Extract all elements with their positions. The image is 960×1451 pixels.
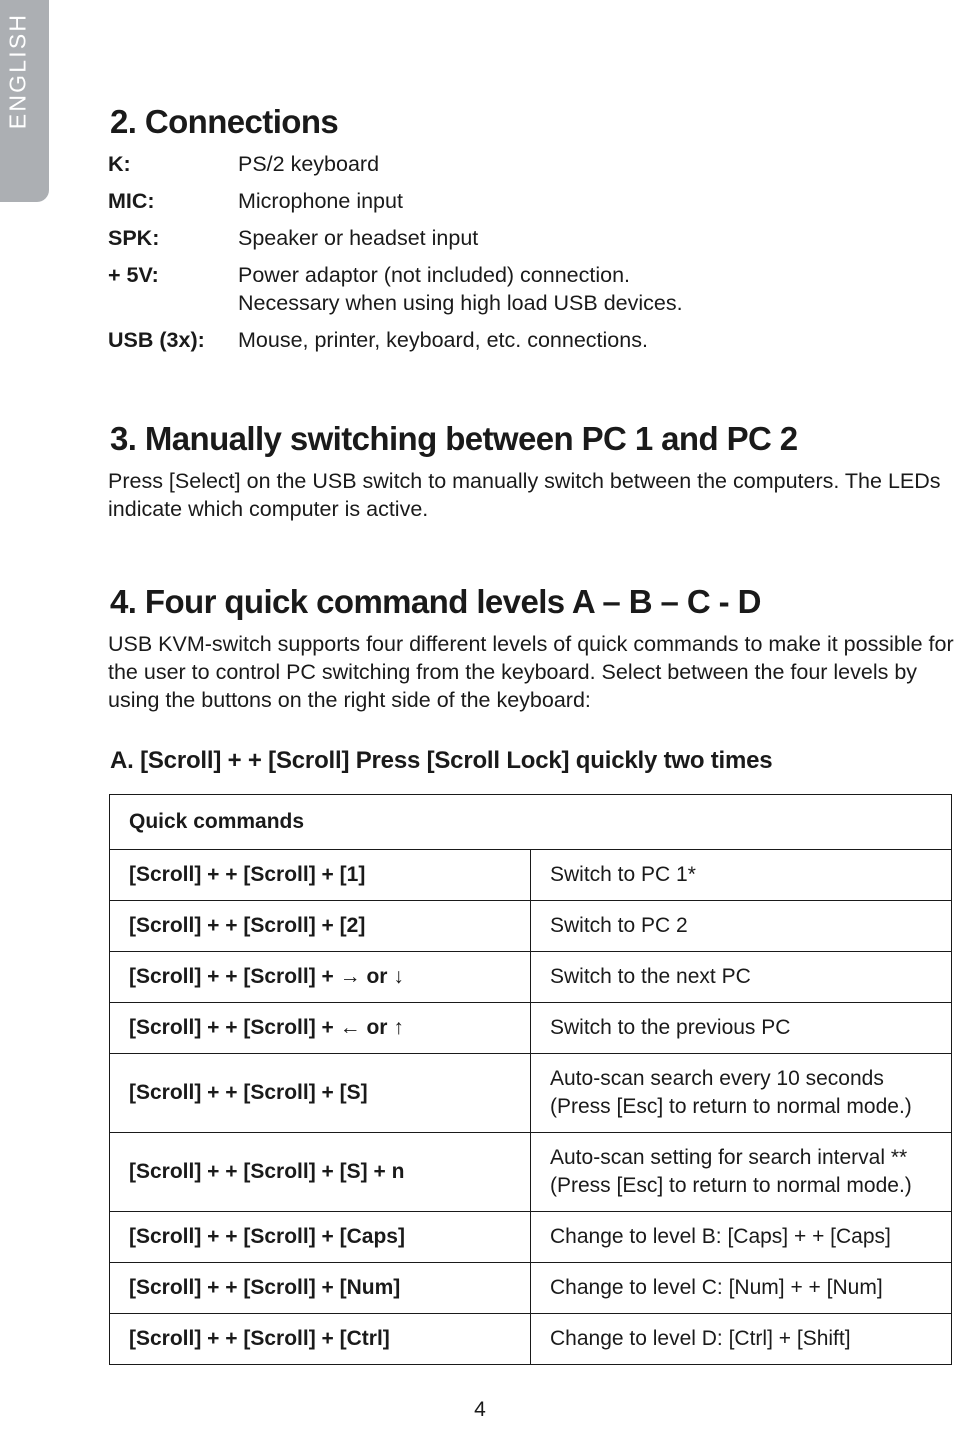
page-number: 4: [474, 1398, 486, 1421]
description-line: Switch to the previous PC: [550, 1016, 791, 1039]
description-cell: Change to level D: [Ctrl] + [Shift]: [530, 1313, 952, 1365]
language-tab: ENGLISH: [0, 0, 49, 202]
table-row: [Scroll] + + [Scroll] + [Caps] Change to…: [109, 1211, 952, 1263]
table-row: [Scroll] + + [Scroll] + [Num] Change to …: [109, 1262, 952, 1314]
connection-term: + 5V:: [108, 263, 159, 287]
table-row: [Scroll] + + [Scroll] + [1] Switch to PC…: [109, 849, 952, 901]
description-cell: Auto-scan search every 10 seconds (Press…: [530, 1053, 952, 1133]
command-cell: [Scroll] + + [Scroll] + [S] + n: [109, 1132, 531, 1212]
description-line: Auto-scan setting for search interval **: [550, 1146, 908, 1169]
connection-term: SPK:: [108, 226, 160, 250]
table-row: [Scroll] + + [Scroll] + ← or ↑ Switch to…: [109, 1002, 952, 1054]
connection-item: + 5V: Power adaptor (not included) conne…: [108, 261, 954, 317]
manual-switching-heading: 3. Manually switching between PC 1 and P…: [110, 420, 798, 457]
connection-definition-line: Speaker or headset input: [238, 226, 479, 250]
connection-definition: PS/2 keyboard: [238, 150, 954, 178]
description-cell: Switch to PC 2: [530, 900, 952, 952]
connection-definition: Microphone input: [238, 187, 954, 215]
command-cell: [Scroll] + + [Scroll] + [S]: [109, 1053, 531, 1133]
connection-definition-line: Mouse, printer, keyboard, etc. connectio…: [238, 328, 648, 352]
description-line: Auto-scan search every 10 seconds: [550, 1067, 884, 1090]
connection-definition-line: Necessary when using high load USB devic…: [238, 291, 683, 315]
command-cell: [Scroll] + + [Scroll] + ← or ↑: [109, 1002, 531, 1054]
connection-item: K: PS/2 keyboard: [108, 150, 954, 178]
quick-levels-body: USB KVM-switch supports four different l…: [108, 632, 954, 712]
quick-levels-heading: 4. Four quick command levels A – B – C -…: [110, 583, 761, 620]
description-cell: Switch to PC 1*: [530, 849, 952, 901]
manual-switching-body: Press [Select] on the USB switch to manu…: [108, 469, 941, 521]
command-cell: [Scroll] + + [Scroll] + [1]: [109, 849, 531, 901]
description-line: Switch to the next PC: [550, 965, 751, 988]
command-cell: [Scroll] + + [Scroll] + [Ctrl]: [109, 1313, 531, 1365]
description-cell: Switch to the next PC: [530, 951, 952, 1003]
connection-definition-line: Microphone input: [238, 189, 403, 213]
description-line: (Press [Esc] to return to normal mode.): [550, 1095, 912, 1118]
connection-definition: Power adaptor (not included) connection.…: [238, 261, 954, 317]
connection-term: USB (3x):: [108, 328, 205, 352]
connection-term: MIC:: [108, 189, 155, 213]
description-line: Change to level C: [Num] + + [Num]: [550, 1276, 883, 1299]
description-line: Switch to PC 1*: [550, 863, 696, 886]
language-tab-label: ENGLISH: [4, 12, 30, 130]
connection-definition-line: PS/2 keyboard: [238, 152, 380, 176]
quick-commands-table: Quick commands [Scroll] + + [Scroll] + […: [109, 794, 952, 1365]
connection-term: K:: [108, 152, 131, 176]
command-cell: [Scroll] + + [Scroll] + [2]: [109, 900, 531, 952]
level-a-description: A. [Scroll] + + [Scroll] Press [Scroll L…: [110, 747, 773, 774]
connection-item: SPK: Speaker or headset input: [108, 224, 954, 252]
table-header-row: Quick commands: [109, 794, 952, 850]
command-cell: [Scroll] + + [Scroll] + → or ↓: [109, 951, 531, 1003]
description-line: Change to level D: [Ctrl] + [Shift]: [550, 1327, 851, 1350]
description-cell: Change to level B: [Caps] + + [Caps]: [530, 1211, 952, 1263]
table-header-cell: Quick commands: [109, 794, 952, 850]
table-row: [Scroll] + + [Scroll] + [Ctrl] Change to…: [109, 1313, 952, 1365]
description-line: Switch to PC 2: [550, 914, 688, 937]
description-line: (Press [Esc] to return to normal mode.): [550, 1174, 912, 1197]
connection-item: MIC: Microphone input: [108, 187, 954, 215]
connection-item: USB (3x): Mouse, printer, keyboard, etc.…: [108, 326, 954, 354]
command-cell: [Scroll] + + [Scroll] + [Caps]: [109, 1211, 531, 1263]
page-content: 2. Connections K: PS/2 keyboard MIC: Mic…: [108, 0, 954, 1451]
command-cell: [Scroll] + + [Scroll] + [Num]: [109, 1262, 531, 1314]
connections-heading: 2. Connections: [110, 103, 339, 140]
connection-definition-line: Power adaptor (not included) connection.: [238, 263, 631, 287]
description-line: Change to level B: [Caps] + + [Caps]: [550, 1225, 891, 1248]
connection-definition: Speaker or headset input: [238, 224, 954, 252]
description-cell: Change to level C: [Num] + + [Num]: [530, 1262, 952, 1314]
table-row: [Scroll] + + [Scroll] + [2] Switch to PC…: [109, 900, 952, 952]
table-row: [Scroll] + + [Scroll] + [S] + n Auto-sca…: [109, 1132, 952, 1212]
description-cell: Auto-scan setting for search interval **…: [530, 1132, 952, 1212]
description-cell: Switch to the previous PC: [530, 1002, 952, 1054]
connections-list: K: PS/2 keyboard MIC: Microphone input S…: [108, 150, 954, 363]
table-row: [Scroll] + + [Scroll] + [S] Auto-scan se…: [109, 1053, 952, 1133]
table-row: [Scroll] + + [Scroll] + → or ↓ Switch to…: [109, 951, 952, 1003]
connection-definition: Mouse, printer, keyboard, etc. connectio…: [238, 326, 954, 354]
